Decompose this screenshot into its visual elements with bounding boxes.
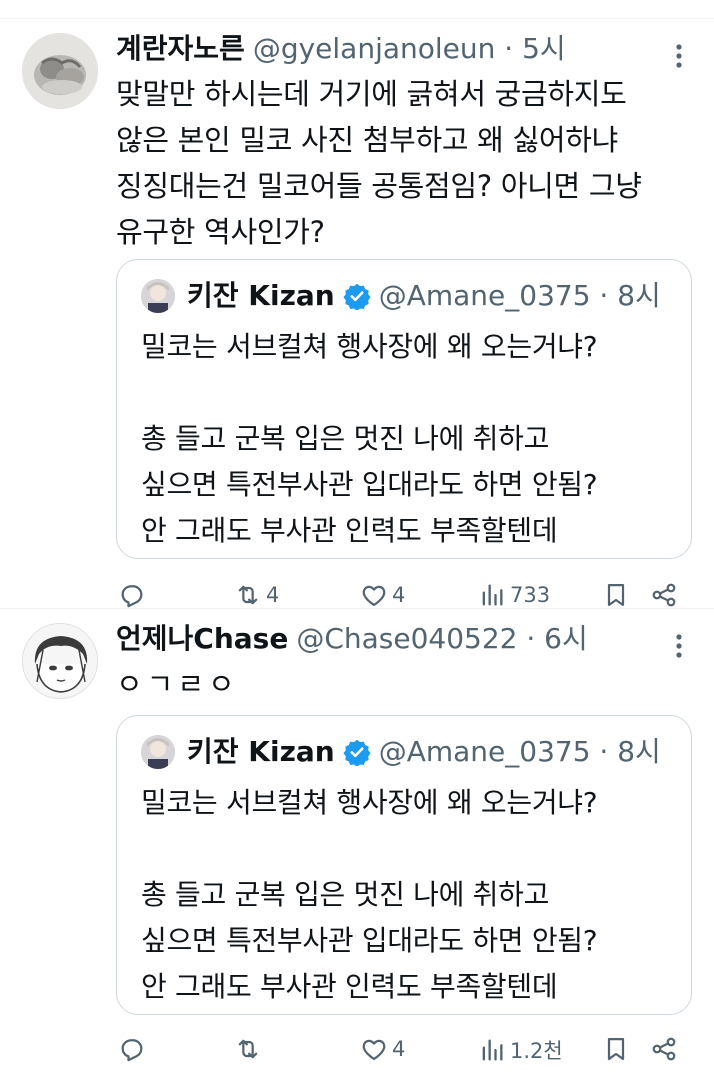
quoted-tweet-text: 밀코는 서브컬쳐 행사장에 왜 오는거냐? 총 들고 군복 입은 멋진 나에 취… — [141, 786, 598, 1003]
avatar[interactable] — [22, 623, 98, 699]
share-button[interactable] — [650, 581, 678, 609]
retweet-icon — [238, 1039, 258, 1059]
verified-badge-icon — [343, 283, 371, 310]
handle-and-time[interactable]: @Chase040522 · 6시 — [296, 619, 587, 659]
quoted-display-name: 키잔 Kizan — [187, 279, 335, 312]
reply-button[interactable] — [118, 1035, 146, 1063]
like-button[interactable]: 4 — [360, 581, 405, 609]
quoted-tweet[interactable]: 키잔 Kizan @Amane_0375 · 8시 밀코는 서브컬쳐 행사장에 … — [116, 259, 692, 559]
retweet-count: 4 — [266, 583, 280, 607]
bookmark-icon — [607, 1037, 625, 1061]
tweet-text: 맞말만 하시는데 거기에 긁혀서 궁금하지도 않은 본인 밀코 사진 첨부하고 … — [116, 77, 642, 249]
bookmark-button[interactable] — [602, 1035, 630, 1063]
tweet[interactable]: 언제나Chase @Chase040522 · 6시 ㅇㄱㄹㅇ 키잔 Kizan… — [0, 609, 714, 1080]
reply-button[interactable] — [118, 581, 146, 609]
tweet[interactable]: 계란자노른 @gyelanjanoleun · 5시 맞말만 하시는데 거기에 … — [0, 19, 714, 609]
heart-icon — [362, 585, 386, 607]
avatar-image — [22, 33, 98, 109]
share-icon — [652, 583, 676, 607]
views-button[interactable]: 733 — [478, 581, 550, 609]
quoted-tweet[interactable]: 키잔 Kizan @Amane_0375 · 8시 밀코는 서브컬쳐 행사장에 … — [116, 715, 692, 1015]
quoted-avatar — [141, 279, 175, 313]
quoted-avatar-image — [141, 735, 175, 769]
more-dots-icon[interactable] — [664, 631, 694, 661]
display-name[interactable]: 계란자노른 — [116, 29, 245, 69]
quoted-display-name: 키잔 Kizan — [187, 735, 335, 768]
handle-and-time[interactable]: @gyelanjanoleun · 5시 — [253, 29, 566, 69]
more-dots-icon[interactable] — [664, 41, 694, 71]
quoted-handle-and-time: @Amane_0375 · 8시 — [378, 735, 661, 768]
display-name[interactable]: 언제나Chase — [116, 619, 288, 659]
retweet-button[interactable] — [234, 1035, 262, 1063]
like-button[interactable]: 4 — [360, 1035, 405, 1063]
retweet-icon — [238, 585, 258, 605]
timeline-feed: 계란자노른 @gyelanjanoleun · 5시 맞말만 하시는데 거기에 … — [0, 0, 714, 1081]
share-icon — [652, 1037, 676, 1061]
tweet-content: 계란자노른 @gyelanjanoleun · 5시 맞말만 하시는데 거기에 … — [116, 29, 694, 255]
bookmark-button[interactable] — [602, 581, 630, 609]
top-divider — [0, 0, 714, 19]
bookmark-icon — [607, 583, 625, 607]
quoted-tweet-header: 키잔 Kizan @Amane_0375 · 8시 — [141, 276, 673, 316]
quoted-handle-and-time: @Amane_0375 · 8시 — [378, 279, 661, 312]
verified-badge-icon — [343, 739, 371, 766]
views-button[interactable]: 1.2천 — [478, 1035, 563, 1065]
like-count: 4 — [392, 1037, 406, 1061]
avatar[interactable] — [22, 33, 98, 109]
tweet-content: 언제나Chase @Chase040522 · 6시 ㅇㄱㄹㅇ — [116, 619, 694, 707]
tweet-text: ㅇㄱㄹㅇ — [116, 667, 239, 701]
tweet-header: 계란자노른 @gyelanjanoleun · 5시 — [116, 29, 694, 69]
tweet-actions: 4 1.2천 — [116, 1029, 692, 1069]
quoted-avatar — [141, 735, 175, 769]
like-count: 4 — [392, 583, 406, 607]
retweet-button[interactable]: 4 — [234, 581, 279, 609]
views-count: 733 — [510, 583, 551, 607]
views-count: 1.2천 — [510, 1039, 563, 1063]
quoted-tweet-text: 밀코는 서브컬쳐 행사장에 왜 오는거냐? 총 들고 군복 입은 멋진 나에 취… — [141, 330, 598, 547]
reply-icon — [121, 585, 143, 608]
views-chart-icon — [482, 1039, 503, 1061]
quoted-tweet-header: 키잔 Kizan @Amane_0375 · 8시 — [141, 732, 673, 772]
tweet-header: 언제나Chase @Chase040522 · 6시 — [116, 619, 694, 659]
views-chart-icon — [482, 584, 503, 606]
share-button[interactable] — [650, 1035, 678, 1063]
reply-icon — [121, 1039, 143, 1062]
quoted-avatar-image — [141, 279, 175, 313]
heart-icon — [362, 1039, 386, 1061]
avatar-image — [23, 624, 97, 698]
